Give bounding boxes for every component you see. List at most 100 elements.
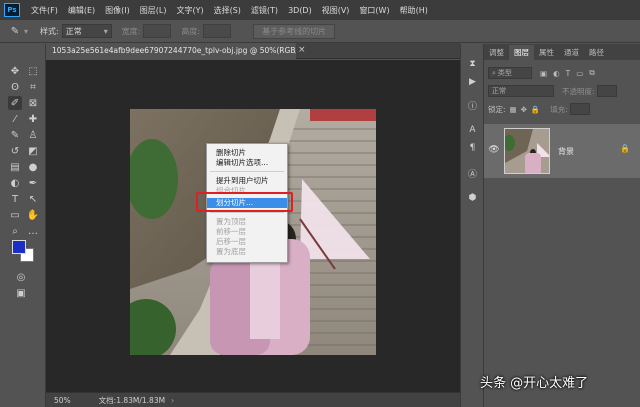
stamp-icon[interactable]: ♙ <box>26 128 40 142</box>
tab-properties[interactable]: 属性 <box>534 45 559 60</box>
zoom-level[interactable]: 50% <box>54 396 71 405</box>
tools-panel: ✥ ⬚ ʘ ⌗ ✐ ⊠ ⁄ ✚ ✎ ♙ ↺ ◩ ▤ ● ◐ ✒ T ↖ ▭ ✋ … <box>0 44 46 407</box>
tab-adjustments[interactable]: 调整 <box>484 45 509 60</box>
play-icon[interactable]: ▶ <box>465 74 480 89</box>
lock-row: 锁定: ▦ ✥ 🔒 填充: <box>488 102 636 116</box>
width-input[interactable] <box>143 24 172 38</box>
paragraph-icon[interactable]: ¶ <box>465 140 480 155</box>
fill-input[interactable] <box>569 103 590 115</box>
document-tab-title: 1053a25e561e4afb9dee67907244770e_tplv-ob… <box>52 46 296 55</box>
menu-item-bring-to-front: 置为顶层 <box>216 217 246 226</box>
lock-pixels-icon[interactable]: ▦ <box>510 105 517 114</box>
height-input[interactable] <box>203 24 232 38</box>
eyedropper-icon[interactable]: ⁄ <box>8 112 22 126</box>
eraser-icon[interactable]: ◩ <box>26 144 40 158</box>
slice-tool-preset-icon[interactable]: ✎ <box>8 24 22 38</box>
menu-3d[interactable]: 3D(D) <box>283 6 317 15</box>
marquee-icon[interactable]: ⬚ <box>26 64 40 78</box>
tab-channels[interactable]: 通道 <box>559 45 584 60</box>
layer-thumbnail-image <box>505 129 549 173</box>
menu-item-promote-slice[interactable]: 提升到用户切片 <box>207 176 287 186</box>
photoshop-logo: Ps <box>4 3 20 17</box>
info-icon[interactable]: ⓘ <box>465 98 480 113</box>
type-icon[interactable]: T <box>8 192 22 206</box>
adjustment-filter-icon[interactable]: ◐ <box>553 69 560 78</box>
document-info: 文档:1.83M/1.83M <box>98 395 166 405</box>
shape-filter-icon[interactable]: ▭ <box>576 69 583 78</box>
lasso-icon[interactable]: ʘ <box>8 80 22 94</box>
style-label: 样式: <box>40 26 59 36</box>
frame-icon[interactable]: ⊠ <box>26 96 40 110</box>
character-icon[interactable]: A <box>465 122 480 137</box>
glyph-icon[interactable]: Ⓐ <box>465 166 480 181</box>
opacity-label: 不透明度: <box>562 86 595 96</box>
panel-tabs: 调整 图层 属性 通道 路径 <box>484 44 640 60</box>
lock-all-icon[interactable]: 🔒 <box>531 105 540 114</box>
pixel-filter-icon[interactable]: ▣ <box>540 69 547 78</box>
foreground-color-overlay <box>12 240 26 254</box>
tab-layers[interactable]: 图层 <box>509 45 534 60</box>
zoom-icon[interactable]: ⌕ <box>8 224 22 238</box>
pen-icon[interactable]: ✒ <box>26 176 40 190</box>
blur-icon[interactable]: ● <box>26 160 40 174</box>
menu-separator <box>210 212 284 213</box>
shape-icon[interactable]: ▭ <box>8 208 22 222</box>
chevron-right-icon[interactable]: › <box>171 396 174 405</box>
move-icon[interactable]: ✥ <box>8 64 22 78</box>
lock-icon: 🔒 <box>620 144 630 153</box>
style-select[interactable]: 正常 ▾ <box>61 24 112 38</box>
blend-mode-select[interactable]: 正常 <box>488 85 554 97</box>
canvas-area[interactable]: 删除切片 编辑切片选项... 提升到用户切片 组合切片 划分切片... 置为顶层… <box>46 60 460 392</box>
quick-mask-icon[interactable]: ◎ <box>14 270 28 284</box>
menu-file[interactable]: 文件(F) <box>26 5 63 16</box>
hand-icon[interactable]: ✋ <box>26 208 40 222</box>
menu-select[interactable]: 选择(S) <box>209 5 246 16</box>
brush-icon[interactable]: ✎ <box>8 128 22 142</box>
menu-window[interactable]: 窗口(W) <box>354 5 394 16</box>
menu-item-delete-slice[interactable]: 删除切片 <box>207 148 287 158</box>
layer-filter-row: ⌕ 类型 ▣ ◐ T ▭ ⧉ <box>488 66 636 80</box>
menu-bar: Ps 文件(F) 编辑(E) 图像(I) 图层(L) 文字(Y) 选择(S) 滤… <box>0 0 640 20</box>
options-bar: ✎ ▾ 样式: 正常 ▾ 宽度: 高度: 基于参考线的切片 <box>0 20 640 43</box>
menu-image[interactable]: 图像(I) <box>100 5 135 16</box>
lock-position-icon[interactable]: ✥ <box>521 105 527 114</box>
panel-dock-strip: ⧗ ▶ ⓘ A ¶ Ⓐ ⬢ <box>460 44 484 407</box>
fill-label: 填充: <box>550 104 568 114</box>
gradient-icon[interactable]: ▤ <box>8 160 22 174</box>
type-filter-icon[interactable]: T <box>566 69 571 78</box>
slice-icon[interactable]: ✐ <box>8 96 22 110</box>
history-brush-icon[interactable]: ↺ <box>8 144 22 158</box>
menu-filter[interactable]: 滤镜(T) <box>246 5 283 16</box>
menu-item-edit-slice-options[interactable]: 编辑切片选项... <box>207 158 287 168</box>
history-icon[interactable]: ⧗ <box>465 56 480 71</box>
opacity-input[interactable] <box>596 85 617 97</box>
layer-name: 背景 <box>558 147 574 156</box>
chevron-down-icon[interactable]: ▾ <box>24 27 28 36</box>
menu-type[interactable]: 文字(Y) <box>171 5 208 16</box>
dodge-icon[interactable]: ◐ <box>8 176 22 190</box>
document-tab-bar: 1053a25e561e4afb9dee67907244770e_tplv-ob… <box>46 43 460 59</box>
width-label: 宽度: <box>121 26 141 36</box>
healing-icon[interactable]: ✚ <box>26 112 40 126</box>
search-icon: ⌕ <box>492 68 496 77</box>
path-select-icon[interactable]: ↖ <box>26 192 40 206</box>
close-icon[interactable]: × <box>298 45 306 55</box>
layer-row-background[interactable]: 👁 背景 🔒 <box>484 124 640 178</box>
menu-view[interactable]: 视图(V) <box>317 5 355 16</box>
document-tab[interactable]: 1053a25e561e4afb9dee67907244770e_tplv-ob… <box>46 43 296 59</box>
kind-filter-value: 类型 <box>497 69 512 77</box>
menu-help[interactable]: 帮助(H) <box>395 5 433 16</box>
3d-icon[interactable]: ⬢ <box>465 190 480 205</box>
crop-icon[interactable]: ⌗ <box>26 80 40 94</box>
screen-mode-icon[interactable]: ▣ <box>14 286 28 300</box>
slices-from-guides-button[interactable]: 基于参考线的切片 <box>253 23 336 39</box>
lock-label: 锁定: <box>488 104 506 114</box>
more-tools-icon[interactable]: … <box>26 224 40 238</box>
tab-paths[interactable]: 路径 <box>584 45 609 60</box>
smart-filter-icon[interactable]: ⧉ <box>589 68 594 78</box>
kind-filter-select[interactable]: ⌕ 类型 <box>488 67 532 79</box>
menu-layer[interactable]: 图层(L) <box>135 5 172 16</box>
eye-icon[interactable]: 👁 <box>488 144 500 156</box>
menu-edit[interactable]: 编辑(E) <box>63 5 100 16</box>
menu-separator <box>210 171 284 172</box>
